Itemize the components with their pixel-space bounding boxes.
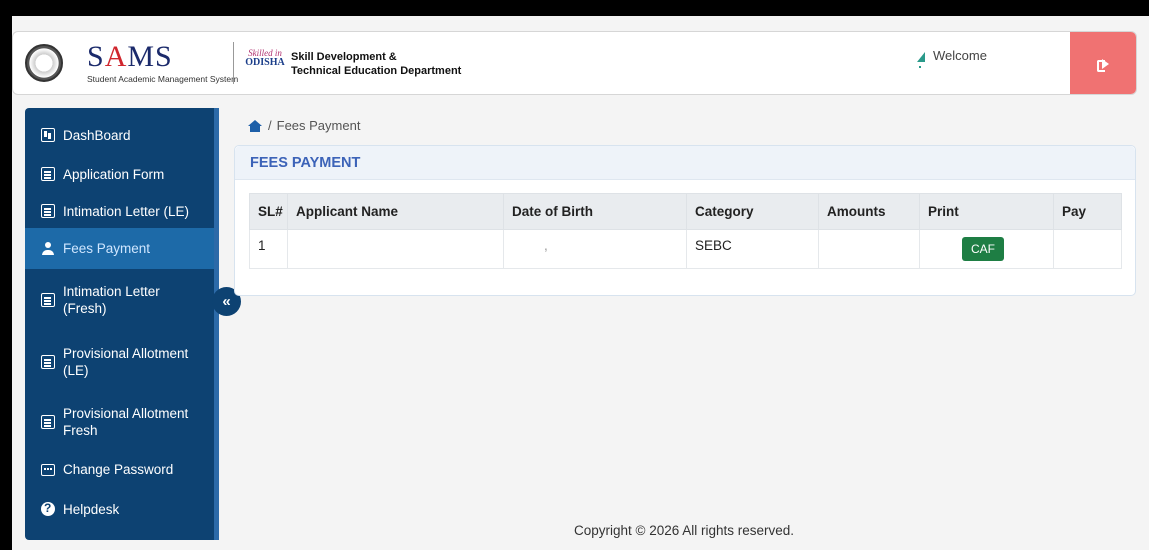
sidebar-item-label: Fees Payment <box>63 241 151 256</box>
department-line-1: Skill Development & <box>291 51 397 63</box>
sidebar-item-label: DashBoard <box>63 127 131 143</box>
col-amounts: Amounts <box>818 193 920 230</box>
fees-table: SL# Applicant Name Date of Birth Categor… <box>249 193 1122 269</box>
sidebar: DashBoard Application Form Intimation Le… <box>25 108 219 540</box>
cell-amounts <box>818 229 920 269</box>
sidebar-item-fees-payment[interactable]: Fees Payment <box>25 228 214 269</box>
skilled-in-odisha-logo: Skilled in ODISHA <box>245 48 285 78</box>
breadcrumb: / Fees Payment <box>248 118 360 133</box>
sidebar-item-label: Helpdesk <box>63 501 120 517</box>
cell-date-of-birth: , <box>503 229 687 269</box>
sidebar-item-provisional-allotment-le[interactable]: Provisional Allotment (LE) <box>25 337 214 387</box>
breadcrumb-current: Fees Payment <box>276 118 361 133</box>
document-icon <box>41 355 55 369</box>
sidebar-item-intimation-letter-fresh[interactable]: Intimation Letter (Fresh) <box>25 275 214 325</box>
sams-logo-title[interactable]: SAMS <box>87 41 173 73</box>
col-date-of-birth: Date of Birth <box>503 193 687 230</box>
odisha-seal-logo <box>25 44 63 82</box>
sidebar-item-label: Provisional Allotment (LE) <box>63 346 189 378</box>
sidebar-item-label: Provisional Allotment Fresh <box>63 406 189 438</box>
col-sl: SL# <box>249 193 288 230</box>
cell-pay <box>1053 229 1122 269</box>
cell-print: CAF <box>919 229 1054 269</box>
table-header-row: SL# Applicant Name Date of Birth Categor… <box>249 193 1122 230</box>
edit-form-icon <box>41 167 55 181</box>
sidebar-item-change-password[interactable]: Change Password <box>25 452 214 486</box>
fees-payment-card: FEES PAYMENT SL# Applicant Name Date of … <box>234 145 1136 296</box>
document-icon <box>41 415 55 429</box>
caf-print-button[interactable]: CAF <box>962 237 1004 261</box>
sidebar-item-provisional-allotment-fresh[interactable]: Provisional Allotment Fresh <box>25 397 214 447</box>
sidebar-item-label: Intimation Letter (Fresh) <box>63 284 160 316</box>
col-applicant-name: Applicant Name <box>287 193 504 230</box>
logo-title-ms: MS <box>127 40 173 73</box>
sidebar-item-label: Application Form <box>63 166 165 182</box>
document-icon <box>41 293 55 307</box>
keyboard-icon <box>41 464 55 476</box>
logout-button[interactable] <box>1070 32 1136 94</box>
sign-out-icon <box>1097 58 1109 72</box>
footer-copyright: Copyright © 2026 All rights reserved. <box>574 523 795 538</box>
document-icon <box>41 204 55 218</box>
breadcrumb-separator: / <box>268 118 272 133</box>
department-name: Skill Development & Technical Education … <box>291 50 461 78</box>
sidebar-item-intimation-letter-le[interactable]: Intimation Letter (LE) <box>25 194 214 228</box>
logo-title-a: A <box>104 40 128 73</box>
top-header: SAMS Student Academic Management System … <box>12 31 1137 95</box>
cell-applicant-name <box>287 229 504 269</box>
sidebar-item-dashboard[interactable]: DashBoard <box>25 116 214 154</box>
sidebar-scrollbar[interactable] <box>214 108 219 540</box>
cell-category: SEBC <box>686 229 819 269</box>
col-category: Category <box>686 193 819 230</box>
user-flag-icon <box>917 52 925 68</box>
sidebar-item-label: Change Password <box>63 461 174 477</box>
cell-sl: 1 <box>249 229 288 269</box>
sidebar-item-label: Intimation Letter (LE) <box>63 203 190 219</box>
help-icon <box>41 501 55 516</box>
col-print: Print <box>919 193 1054 230</box>
dashboard-icon <box>41 128 55 142</box>
user-payment-icon <box>41 241 55 256</box>
header-divider <box>233 42 234 84</box>
table-row: 1 , SEBC CAF <box>249 229 1122 269</box>
card-title: FEES PAYMENT <box>235 146 1135 180</box>
skilled-logo-bottom: ODISHA <box>245 57 285 68</box>
department-line-2: Technical Education Department <box>291 65 462 77</box>
welcome-text: Welcome <box>933 48 987 63</box>
col-pay: Pay <box>1053 193 1122 230</box>
logo-title-s: S <box>87 40 105 73</box>
sidebar-item-application-form[interactable]: Application Form <box>25 154 214 194</box>
sidebar-item-helpdesk[interactable]: Helpdesk <box>25 492 214 526</box>
home-icon[interactable] <box>248 119 262 132</box>
logo-subtitle: Student Academic Management System <box>87 74 239 84</box>
